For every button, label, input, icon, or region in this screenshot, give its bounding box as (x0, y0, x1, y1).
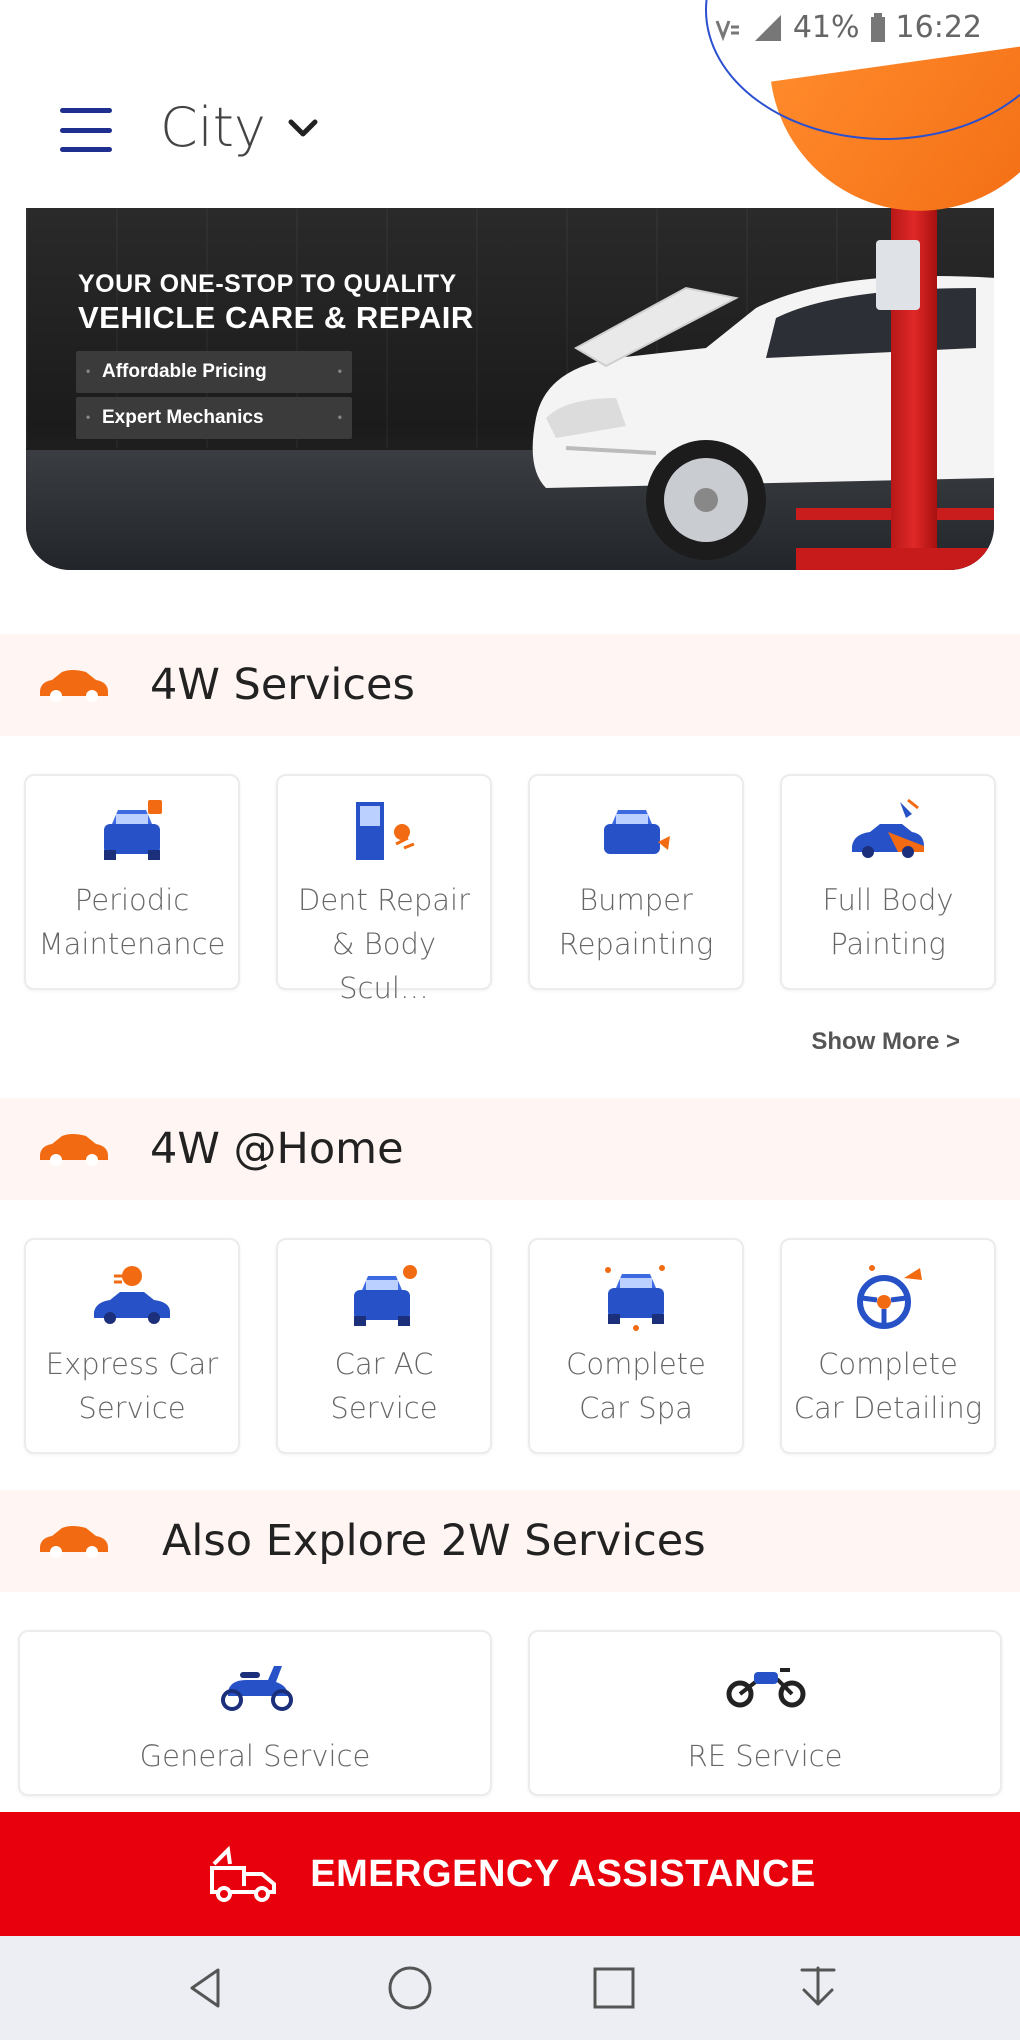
section-header-4w-services: 4W Services (0, 634, 1020, 736)
recents-icon[interactable] (584, 1958, 644, 2018)
service-label: Periodic Maintenance (38, 883, 226, 961)
banner-chip-mechanics: Expert Mechanics (76, 397, 352, 439)
home-icon[interactable] (380, 1958, 440, 2018)
service-card-car-ac[interactable]: Car AC Service (276, 1238, 492, 1454)
service-card-car-detailing[interactable]: Complete Car Detailing (780, 1238, 996, 1454)
banner-title-line1: YOUR ONE-STOP TO QUALITY (78, 270, 457, 298)
service-label: Express Car Service (45, 1347, 219, 1425)
menu-icon[interactable] (60, 108, 112, 152)
car-icon (40, 1526, 108, 1558)
service-card-bumper-repainting[interactable]: Bumper Repainting (528, 774, 744, 990)
service-card-dent-repair[interactable]: Dent Repair & Body Scul… (276, 774, 492, 1005)
city-label: City (160, 96, 266, 159)
service-card-re-service[interactable]: RE Service (528, 1630, 1002, 1796)
service-label: General Service (139, 1739, 371, 1773)
section-title: 4W @Home (150, 1124, 404, 1174)
tow-truck-icon (210, 1845, 277, 1902)
service-card-periodic-maintenance[interactable]: Periodic Maintenance (24, 774, 240, 990)
section-title: Also Explore 2W Services (162, 1516, 706, 1566)
emergency-assistance-button[interactable]: EMERGENCY ASSISTANCE (0, 1812, 1020, 1936)
section-title: 4W Services (150, 660, 415, 710)
section-header-2w-services: Also Explore 2W Services (0, 1490, 1020, 1592)
city-selector[interactable]: City (160, 96, 318, 159)
service-card-full-body-painting[interactable]: Full Body Painting (780, 774, 996, 990)
car-spa-icon (605, 1265, 665, 1331)
back-icon[interactable] (176, 1958, 236, 2018)
service-label: Bumper Repainting (558, 883, 714, 961)
motorcycle-icon (726, 1668, 806, 1708)
emergency-label: EMERGENCY ASSISTANCE (310, 1852, 816, 1895)
system-nav-bar (0, 1936, 1020, 2040)
service-label: RE Service (687, 1739, 843, 1773)
bumper-paint-icon (604, 810, 670, 854)
service-card-express-car[interactable]: Express Car Service (24, 1238, 240, 1454)
express-car-icon (94, 1266, 170, 1324)
service-label: Full Body Painting (822, 883, 954, 961)
spray-paint-car-icon (852, 798, 924, 858)
service-label: Dent Repair & Body Scul… (298, 883, 470, 1005)
download-notification-icon[interactable] (788, 1958, 848, 2018)
steering-detailing-icon (857, 1265, 922, 1329)
car-icon (40, 1134, 108, 1166)
promo-banner[interactable]: YOUR ONE-STOP TO QUALITY VEHICLE CARE & … (26, 208, 994, 570)
service-card-car-spa[interactable]: Complete Car Spa (528, 1238, 744, 1454)
car-service-icon (104, 800, 162, 860)
car-ac-icon (354, 1265, 417, 1326)
banner-chip-pricing: Affordable Pricing (76, 351, 352, 393)
car-door-icon (356, 802, 415, 860)
service-label: Complete Car Spa (566, 1347, 706, 1425)
section-header-4w-home: 4W @Home (0, 1098, 1020, 1200)
chevron-down-icon (288, 119, 318, 136)
show-more-link[interactable]: Show More > (811, 1028, 960, 1056)
service-card-general-service[interactable]: General Service (18, 1630, 492, 1796)
app-header: City (0, 90, 1020, 170)
scooter-icon (221, 1666, 293, 1711)
car-icon (40, 670, 108, 702)
banner-title-line2: VEHICLE CARE & REPAIR (78, 300, 474, 335)
service-label: Car AC Service (330, 1347, 438, 1425)
service-label: Complete Car Detailing (793, 1347, 983, 1425)
